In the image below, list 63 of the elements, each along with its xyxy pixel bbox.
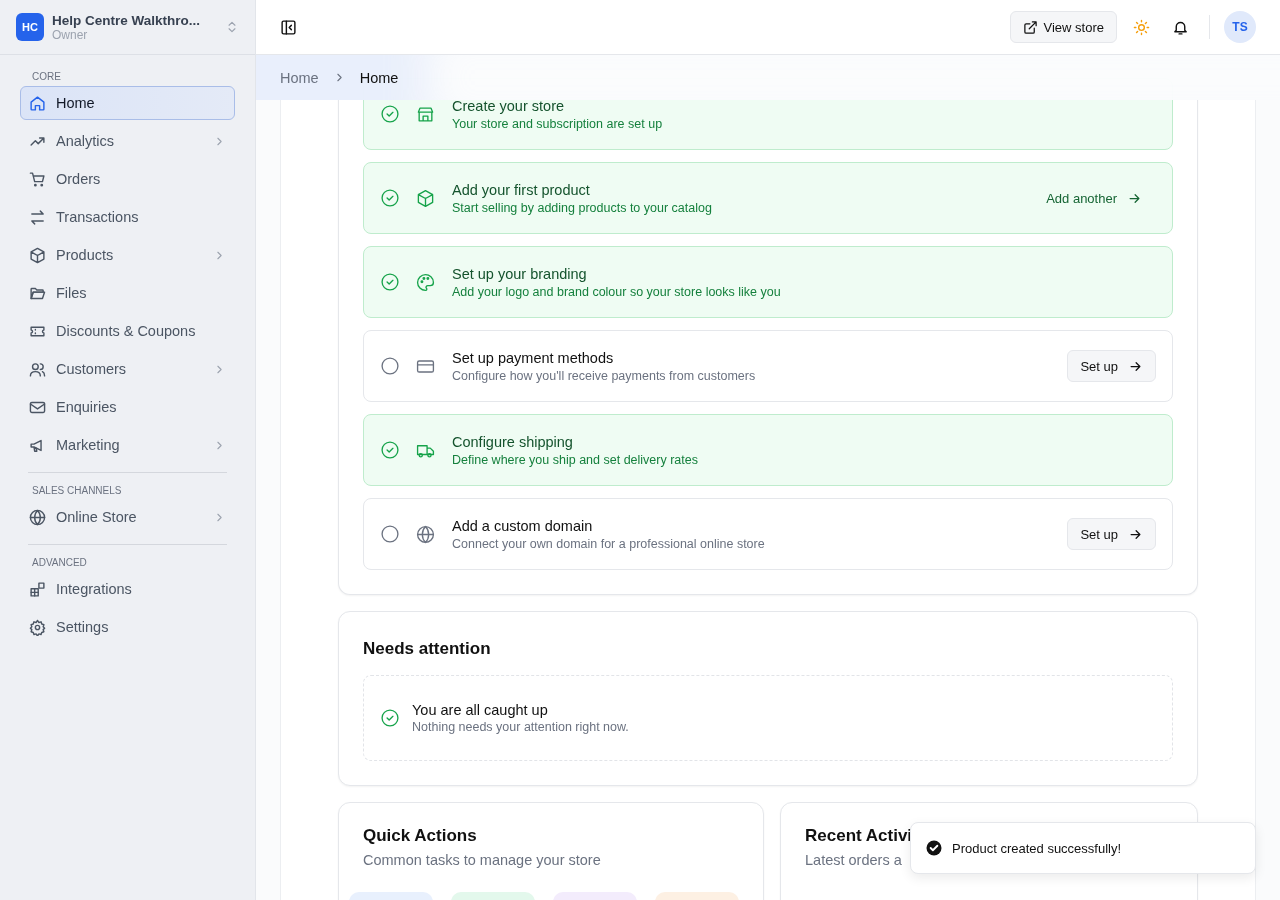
card-title: Quick Actions xyxy=(363,826,478,846)
sidebar-toggle-icon[interactable] xyxy=(280,18,297,36)
step-description: Your store and subscription are set up xyxy=(452,116,664,131)
section-heading: ADVANCED xyxy=(31,556,88,570)
step-icon xyxy=(416,188,435,208)
section-heading: CORE xyxy=(31,70,62,84)
sidebar-item[interactable]: Products xyxy=(20,238,235,272)
set-up-button[interactable]: Set up xyxy=(1067,518,1156,550)
nav-icon xyxy=(29,94,46,112)
sidebar-item[interactable]: Files xyxy=(20,276,235,310)
sidebar-item[interactable]: Customers xyxy=(20,352,235,386)
toast-message: Product created successfully! xyxy=(952,840,1122,856)
check-icon xyxy=(925,839,943,857)
step-icon xyxy=(416,104,435,124)
workspace-logo: HC xyxy=(16,13,44,41)
empty-state-text: Nothing needs your attention right now. xyxy=(412,720,630,734)
sidebar-item[interactable]: Integrations xyxy=(20,572,235,606)
workspace-role: Owner xyxy=(52,27,89,42)
card-title: Recent Activi xyxy=(805,826,914,846)
step-description: Configure how you'll receive payments from customers xyxy=(452,368,757,383)
card-subtitle: Latest orders a xyxy=(805,852,903,868)
sidebar-item[interactable]: Transactions xyxy=(20,200,235,234)
sun-icon[interactable] xyxy=(1133,18,1150,36)
check-circle-icon xyxy=(380,708,400,728)
step-description: Connect your own domain for a professional online store xyxy=(452,536,766,551)
breadcrumb-current: Home xyxy=(359,69,399,86)
nav-icon xyxy=(29,580,46,598)
step-icon xyxy=(416,524,435,544)
sidebar-item[interactable]: Home xyxy=(20,86,235,120)
sidebar-item[interactable]: Orders xyxy=(20,162,235,196)
section-heading: SALES CHANNELS xyxy=(31,484,123,498)
step-title: Set up payment methods xyxy=(452,349,615,366)
card-title: Needs attention xyxy=(363,639,492,659)
sidebar-item[interactable]: Marketing xyxy=(20,428,235,462)
add-another-link[interactable]: Add another xyxy=(1046,190,1142,206)
nav-icon xyxy=(29,246,46,264)
step-title: Create your store xyxy=(452,97,566,114)
nav-icon xyxy=(29,508,46,526)
step-description: Start selling by adding products to your catalog xyxy=(452,200,713,215)
nav-icon xyxy=(29,208,46,226)
set-up-button[interactable]: Set up xyxy=(1067,350,1156,382)
nav-icon xyxy=(29,170,46,188)
step-title: Configure shipping xyxy=(452,433,574,450)
card-subtitle: Common tasks to manage your store xyxy=(363,852,602,868)
empty-state-title: You are all caught up xyxy=(412,702,549,718)
step-description: Define where you ship and set delivery rates xyxy=(452,452,699,467)
sidebar-item[interactable]: Online Store xyxy=(20,500,235,534)
sidebar-item[interactable]: Enquiries xyxy=(20,390,235,424)
step-description: Add your logo and brand colour so your store looks like you xyxy=(452,284,782,299)
step-title: Add a custom domain xyxy=(452,517,594,534)
sidebar-item[interactable]: Settings xyxy=(20,610,235,644)
nav-icon xyxy=(29,618,46,636)
view-store-button[interactable]: View store xyxy=(1009,11,1117,43)
user-avatar[interactable]: TS xyxy=(1224,11,1256,43)
nav-icon xyxy=(29,360,46,378)
workspace-name[interactable]: Help Centre Walkthro... xyxy=(52,12,225,28)
step-title: Set up your branding xyxy=(452,265,588,282)
breadcrumb-link[interactable]: Home xyxy=(280,69,319,86)
sidebar-item[interactable]: Discounts & Coupons xyxy=(20,314,235,348)
sidebar-item[interactable]: Analytics xyxy=(20,124,235,158)
external-link-icon xyxy=(1022,19,1038,35)
step-title: Add your first product xyxy=(452,181,591,198)
step-icon xyxy=(416,272,435,292)
